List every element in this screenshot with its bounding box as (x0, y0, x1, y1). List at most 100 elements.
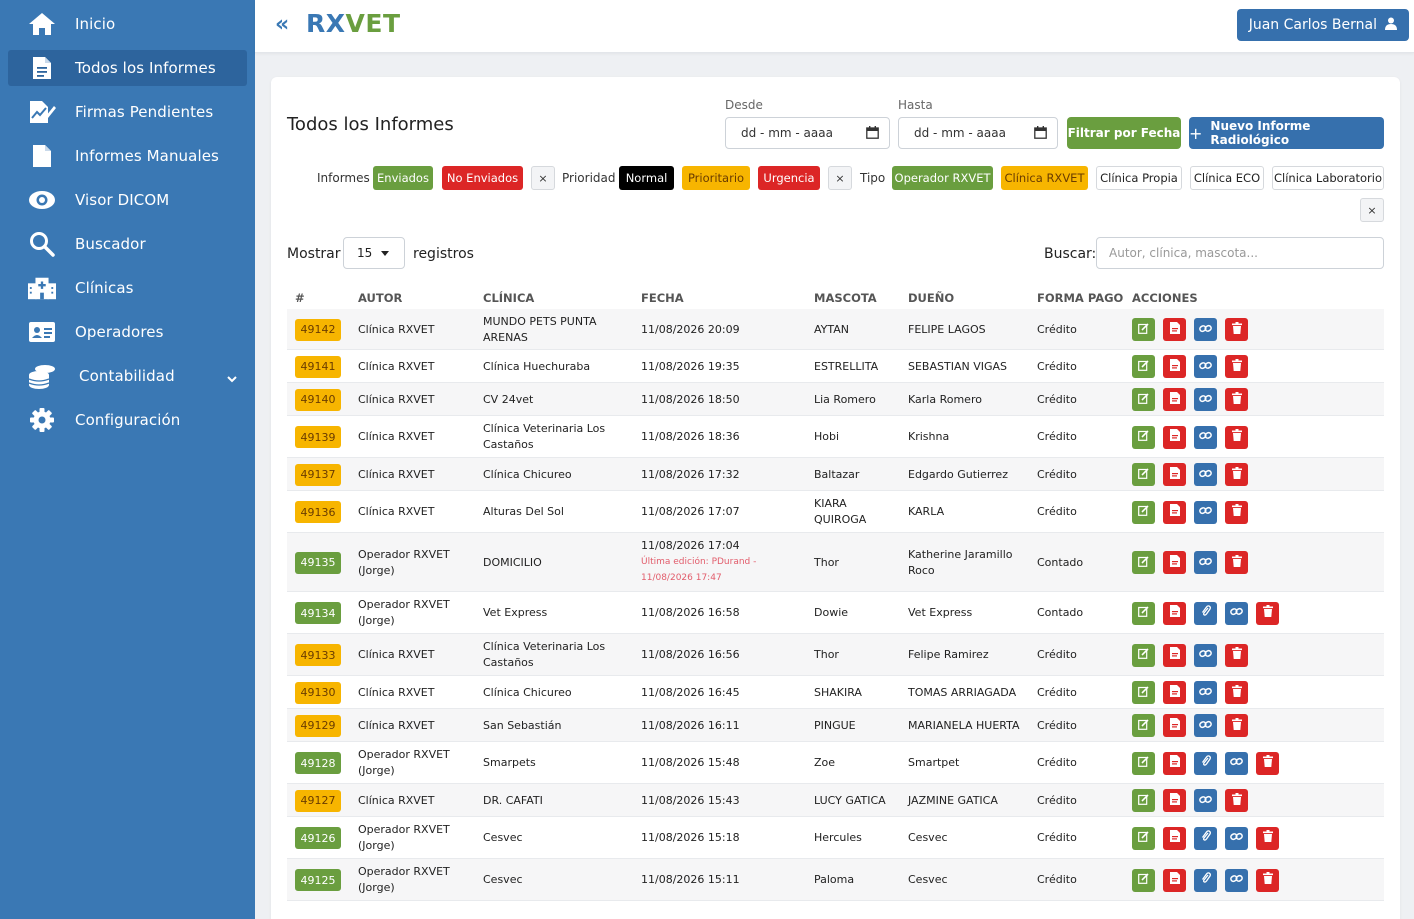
filter-clinica-rxvet[interactable]: Clínica RXVET (1001, 166, 1088, 190)
report-id-badge[interactable]: 49134 (295, 602, 341, 624)
filter-by-date-button[interactable]: Filtrar por Fecha (1067, 117, 1181, 149)
report-id-badge[interactable]: 49133 (295, 644, 341, 666)
clear-informes-filter[interactable]: × (531, 166, 555, 190)
collapse-sidebar-button[interactable]: « (275, 12, 289, 37)
link-button[interactable] (1194, 425, 1217, 449)
report-id-badge[interactable]: 49137 (295, 463, 341, 486)
delete-button[interactable] (1225, 388, 1248, 411)
sidebar-item-operadores[interactable]: Operadores (8, 314, 247, 350)
link-button[interactable] (1194, 355, 1217, 378)
link-button[interactable] (1225, 601, 1248, 625)
sidebar-item-inicio[interactable]: Inicio (8, 6, 247, 42)
filter-normal[interactable]: Normal (619, 166, 674, 190)
from-date-input[interactable]: dd - mm - aaaa (725, 117, 890, 149)
new-report-button[interactable]: + Nuevo Informe Radiológico (1189, 117, 1384, 149)
edit-button[interactable] (1132, 425, 1155, 449)
delete-button[interactable] (1256, 751, 1279, 775)
filter-operador-rxvet[interactable]: Operador RXVET (892, 166, 993, 190)
sidebar-item-firmas-pendientes[interactable]: Firmas Pendientes (8, 94, 247, 130)
clear-tipo-filter[interactable]: × (1360, 198, 1384, 222)
report-id-badge[interactable]: 49135 (295, 551, 341, 574)
pdf-button[interactable] (1163, 751, 1186, 775)
col-header-forma-pago[interactable]: FORMA PAGO (1037, 291, 1123, 305)
edit-button[interactable] (1132, 826, 1155, 850)
col-header-id[interactable]: # (295, 291, 305, 305)
pdf-button[interactable] (1163, 868, 1186, 892)
report-id-badge[interactable]: 49128 (295, 752, 341, 774)
col-header-fecha[interactable]: FECHA (641, 291, 684, 305)
edit-button[interactable] (1132, 601, 1155, 625)
report-id-badge[interactable]: 49142 (295, 318, 341, 341)
report-id-badge[interactable]: 49140 (295, 388, 341, 411)
attachment-button[interactable] (1194, 826, 1217, 850)
pdf-button[interactable] (1163, 714, 1186, 737)
sidebar-item-contabilidad[interactable]: Contabilidad (8, 358, 247, 394)
edit-button[interactable] (1132, 681, 1155, 704)
sidebar-item-todos-informes[interactable]: Todos los Informes (8, 50, 247, 86)
pdf-button[interactable] (1163, 551, 1186, 574)
delete-button[interactable] (1225, 318, 1248, 341)
report-id-badge[interactable]: 49127 (295, 789, 341, 812)
sidebar-item-configuracion[interactable]: Configuración (8, 402, 247, 438)
pdf-button[interactable] (1163, 463, 1186, 486)
report-id-badge[interactable]: 49141 (295, 355, 341, 378)
link-button[interactable] (1194, 388, 1217, 411)
report-id-badge[interactable]: 49126 (295, 827, 341, 849)
edit-button[interactable] (1132, 714, 1155, 737)
pdf-button[interactable] (1163, 789, 1186, 812)
report-id-badge[interactable]: 49130 (295, 681, 341, 704)
filter-clinica-propia[interactable]: Clínica Propia (1096, 166, 1182, 190)
report-id-badge[interactable]: 49136 (295, 501, 341, 523)
filter-prioritario[interactable]: Prioritario (682, 166, 750, 190)
user-menu-button[interactable]: Juan Carlos Bernal (1236, 9, 1409, 41)
delete-button[interactable] (1256, 826, 1279, 850)
link-button[interactable] (1194, 681, 1217, 704)
link-button[interactable] (1225, 868, 1248, 892)
page-size-select[interactable]: 15 (343, 237, 405, 269)
delete-button[interactable] (1225, 463, 1248, 486)
pdf-button[interactable] (1163, 826, 1186, 850)
delete-button[interactable] (1225, 355, 1248, 378)
edit-button[interactable] (1132, 789, 1155, 812)
delete-button[interactable] (1225, 643, 1248, 667)
report-id-badge[interactable]: 49125 (295, 869, 341, 891)
delete-button[interactable] (1225, 681, 1248, 704)
edit-button[interactable] (1132, 751, 1155, 775)
report-id-badge[interactable]: 49139 (295, 426, 341, 448)
pdf-button[interactable] (1163, 500, 1186, 524)
pdf-button[interactable] (1163, 388, 1186, 411)
edit-button[interactable] (1132, 551, 1155, 574)
sidebar-item-visor-dicom[interactable]: Visor DICOM (8, 182, 247, 218)
link-button[interactable] (1194, 463, 1217, 486)
edit-button[interactable] (1132, 318, 1155, 341)
pdf-button[interactable] (1163, 355, 1186, 378)
delete-button[interactable] (1256, 868, 1279, 892)
pdf-button[interactable] (1163, 318, 1186, 341)
edit-button[interactable] (1132, 388, 1155, 411)
sidebar-item-clinicas[interactable]: Clínicas (8, 270, 247, 306)
link-button[interactable] (1194, 500, 1217, 524)
to-date-input[interactable]: dd - mm - aaaa (898, 117, 1058, 149)
pdf-button[interactable] (1163, 681, 1186, 704)
clear-prioridad-filter[interactable]: × (828, 166, 852, 190)
attachment-button[interactable] (1194, 751, 1217, 775)
pdf-button[interactable] (1163, 601, 1186, 625)
link-button[interactable] (1194, 318, 1217, 341)
filter-clinica-laboratorio[interactable]: Clínica Laboratorio (1272, 166, 1384, 190)
delete-button[interactable] (1225, 789, 1248, 812)
edit-button[interactable] (1132, 500, 1155, 524)
delete-button[interactable] (1225, 714, 1248, 737)
edit-button[interactable] (1132, 463, 1155, 486)
pdf-button[interactable] (1163, 425, 1186, 449)
filter-enviados[interactable]: Enviados (373, 166, 433, 190)
attachment-button[interactable] (1194, 601, 1217, 625)
link-button[interactable] (1225, 751, 1248, 775)
link-button[interactable] (1194, 789, 1217, 812)
delete-button[interactable] (1225, 551, 1248, 574)
sidebar-item-buscador[interactable]: Buscador (8, 226, 247, 262)
col-header-mascota[interactable]: MASCOTA (814, 291, 877, 305)
col-header-clinica[interactable]: CLÍNICA (483, 291, 534, 305)
filter-urgencia[interactable]: Urgencia (758, 166, 820, 190)
link-button[interactable] (1194, 643, 1217, 667)
filter-clinica-eco[interactable]: Clínica ECO (1190, 166, 1264, 190)
